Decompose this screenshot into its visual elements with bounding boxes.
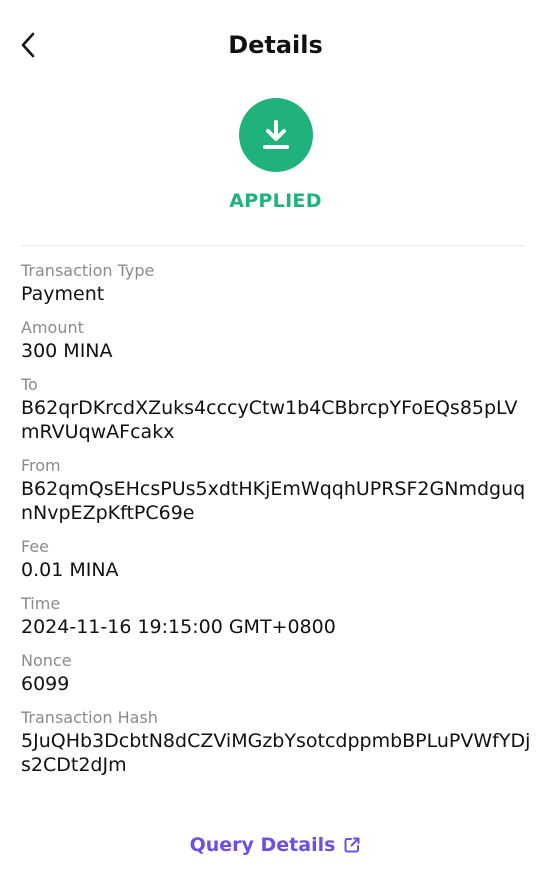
- field-label: From: [21, 456, 61, 475]
- divider: [21, 245, 524, 246]
- field-value: 300 MINA: [21, 340, 113, 362]
- status-label: APPLIED: [229, 190, 322, 212]
- external-link-icon: [344, 837, 360, 853]
- field-value: B62qmQsEHcsPUs5xdtHKjEmWqqhUPRSF2GNmdguq…: [21, 478, 526, 524]
- status-section: APPLIED: [0, 98, 551, 212]
- field-time: Time 2024-11-16 19:15:00 GMT+0800: [21, 592, 531, 639]
- field-label: Fee: [21, 537, 50, 556]
- header: Details: [0, 0, 551, 90]
- field-value: Payment: [21, 283, 105, 305]
- field-value: 2024-11-16 19:15:00 GMT+0800: [21, 616, 336, 638]
- status-icon-circle: [238, 98, 313, 172]
- query-details-label: Query Details: [189, 834, 336, 856]
- query-details-link[interactable]: Query Details: [0, 834, 551, 856]
- field-label: Transaction Type: [21, 261, 155, 280]
- field-nonce: Nonce 6099: [21, 649, 531, 696]
- field-transaction-hash: Transaction Hash 5JuQHb3DcbtN8dCZViMGzbY…: [21, 706, 531, 777]
- page-title: Details: [228, 31, 323, 59]
- download-icon: [262, 120, 289, 149]
- field-fee: Fee 0.01 MINA: [21, 535, 531, 582]
- field-value: 5JuQHb3DcbtN8dCZViMGzbYsotcdppmbBPLuPVWf…: [21, 730, 531, 776]
- field-from: From B62qmQsEHcsPUs5xdtHKjEmWqqhUPRSF2GN…: [21, 454, 531, 525]
- field-label: Transaction Hash: [21, 708, 158, 727]
- field-label: Nonce: [21, 651, 72, 670]
- field-to: To B62qrDKrcdXZuks4cccyCtw1b4CBbrcpYFoEQ…: [21, 373, 531, 444]
- field-label: To: [21, 375, 38, 394]
- details-list: Transaction Type Payment Amount 300 MINA…: [21, 259, 531, 787]
- field-amount: Amount 300 MINA: [21, 316, 531, 363]
- field-value: B62qrDKrcdXZuks4cccyCtw1b4CBbrcpYFoEQs85…: [21, 397, 518, 443]
- field-value: 6099: [21, 673, 70, 695]
- field-transaction-type: Transaction Type Payment: [21, 259, 531, 306]
- field-label: Amount: [21, 318, 84, 337]
- field-value: 0.01 MINA: [21, 559, 119, 581]
- field-label: Time: [21, 594, 61, 613]
